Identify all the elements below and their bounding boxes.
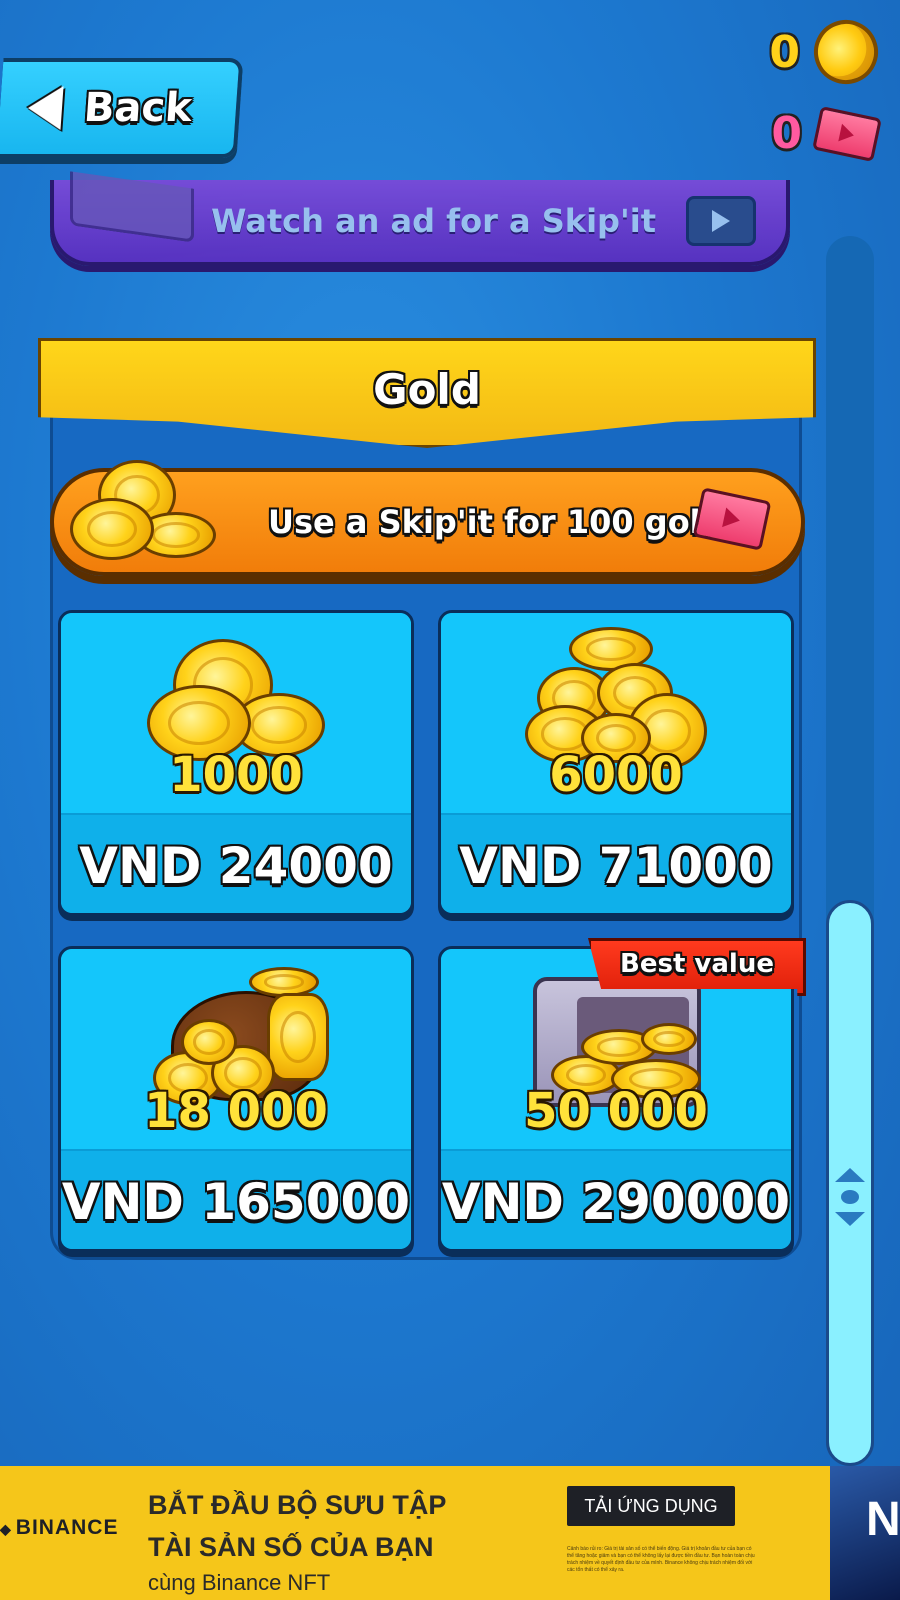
ad-download-button[interactable]: TẢI ỨNG DỤNG: [567, 1486, 735, 1526]
watch-ad-label: Watch an ad for a Skip'it: [211, 202, 656, 240]
product-price: VND 165000: [61, 1173, 411, 1231]
gold-coins-icon: [64, 450, 216, 570]
back-button[interactable]: Back: [0, 58, 244, 158]
ad-image: N: [830, 1466, 900, 1600]
section-title: Gold: [373, 365, 481, 414]
ad-disclaimer: Cảnh báo rủi ro: Giá trị tài sản số có t…: [567, 1546, 755, 1573]
skipit-gold-offer-button[interactable]: Use a Skip'it for 100 gold: [50, 460, 805, 576]
ad-headline-line-2: TÀI SẢN SỐ CỦA BẠN: [148, 1532, 434, 1562]
ad-headline: BẮT ĐẦU BỘ SƯU TẬP TÀI SẢN SỐ CỦA BẠN: [148, 1484, 446, 1568]
product-amount: 50 000: [524, 1083, 708, 1139]
ad-image-text: N: [866, 1493, 900, 1546]
gold-count: 0: [769, 26, 800, 78]
back-label: Back: [82, 85, 194, 131]
scroll-grip-icon: [833, 1168, 867, 1226]
product-price: VND 24000: [79, 837, 393, 895]
banner-ad[interactable]: BINANCE BẮT ĐẦU BỘ SƯU TẬP TÀI SẢN SỐ CỦ…: [0, 1466, 900, 1600]
product-card-1000[interactable]: 1000 VND 24000: [58, 610, 414, 916]
ticket-count: 0: [771, 108, 802, 159]
watch-ad-button[interactable]: Watch an ad for a Skip'it: [50, 171, 790, 266]
skipit-offer-label: Use a Skip'it for 100 gold: [268, 503, 724, 541]
ticket-counter: 0: [771, 105, 882, 162]
product-amount: 6000: [549, 747, 683, 803]
product-price: VND 290000: [441, 1173, 791, 1231]
binance-logo: BINANCE: [0, 1516, 118, 1540]
skipit-ticket-icon: [812, 105, 882, 162]
gold-counter: 0: [769, 10, 888, 94]
video-play-icon: [686, 196, 756, 246]
skipit-ticket-icon: [692, 487, 772, 551]
product-card-6000[interactable]: 6000 VND 71000: [438, 610, 794, 916]
ticket-illustration-icon: [70, 171, 194, 243]
ad-headline-line-1: BẮT ĐẦU BỘ SƯU TẬP: [148, 1490, 447, 1520]
product-amount: 18 000: [144, 1083, 328, 1139]
gold-coin-icon: [804, 10, 888, 94]
product-amount: 1000: [169, 747, 303, 803]
back-arrow-icon: [26, 86, 64, 130]
best-value-badge: Best value: [588, 938, 806, 996]
product-card-50000[interactable]: 50 000 VND 290000: [438, 946, 794, 1252]
product-price: VND 71000: [459, 837, 773, 895]
ad-subline: cùng Binance NFT: [148, 1570, 331, 1595]
product-card-18000[interactable]: 18 000 VND 165000: [58, 946, 414, 1252]
best-value-label: Best value: [620, 949, 774, 979]
